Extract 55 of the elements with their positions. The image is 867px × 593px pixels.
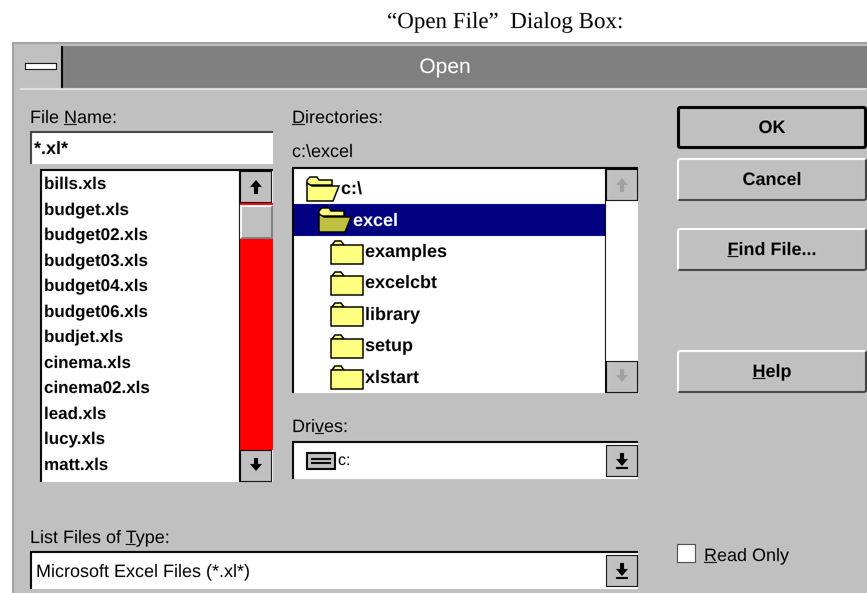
minus-icon — [24, 63, 56, 71]
folder-icon — [330, 300, 364, 328]
down-arrow-icon — [615, 453, 629, 469]
file-item[interactable]: budjet.xls — [44, 324, 239, 350]
field-label: File Name: — [30, 106, 118, 128]
directory-item[interactable]: setup — [294, 330, 605, 362]
up-arrow-icon — [615, 177, 629, 193]
file-item[interactable]: budget06.xls — [44, 298, 239, 324]
directory-item[interactable]: c:\ — [294, 173, 605, 204]
dialog-button[interactable]: Cancel — [677, 158, 867, 201]
window-title: Open — [419, 54, 471, 80]
file-item[interactable]: bills.xls — [44, 171, 239, 196]
directory-item[interactable]: xlstart — [294, 362, 605, 393]
field-label: Directories: — [292, 106, 384, 128]
open-folder-icon — [306, 174, 340, 203]
checkbox-label: Read Only — [704, 544, 790, 567]
file-item[interactable]: cinema.xls — [44, 350, 239, 375]
field-label: Drives: — [292, 415, 350, 437]
drive-dropdown[interactable]: c: — [292, 441, 638, 479]
file-item[interactable]: budget03.xls — [44, 248, 239, 273]
file-item[interactable]: matt.xls — [44, 452, 239, 477]
dropdown-button[interactable] — [606, 555, 638, 587]
scroll-up-button[interactable] — [606, 169, 638, 201]
drive-icon — [306, 452, 336, 470]
file-name-field[interactable]: *.xl* — [30, 131, 273, 164]
dialog-button[interactable]: OK — [677, 106, 867, 149]
system-menu-button[interactable] — [20, 46, 63, 88]
directory-item[interactable]: examples — [294, 236, 605, 268]
dialog-button[interactable]: Find File... — [677, 228, 867, 271]
dropdown-button[interactable] — [606, 445, 638, 477]
file-item[interactable]: budget04.xls — [44, 273, 239, 298]
field-label: List Files of Type: — [30, 526, 171, 548]
file-item[interactable]: lead.xls — [44, 400, 239, 426]
file-item[interactable]: budget02.xls — [44, 222, 239, 248]
folder-icon — [330, 238, 364, 266]
directory-item[interactable]: excel — [294, 204, 605, 236]
file-item[interactable]: budget.xls — [44, 196, 239, 222]
file-type-dropdown[interactable]: Microsoft Excel Files (*.xl*) — [30, 551, 638, 589]
file-item[interactable]: cinema02.xls — [44, 375, 239, 400]
open-folder-icon — [318, 206, 352, 234]
caption: “Open File” Dialog Box: — [387, 6, 624, 35]
folder-icon — [330, 268, 364, 297]
current-path: c:\excel — [292, 140, 354, 162]
directory-item[interactable]: excelcbt — [294, 267, 605, 299]
folder-icon — [330, 332, 364, 360]
down-arrow-icon — [615, 563, 629, 579]
scroll-thumb[interactable] — [240, 205, 273, 239]
file-item[interactable]: lucy.xls — [44, 426, 239, 452]
scroll-down-button[interactable] — [240, 450, 272, 482]
up-arrow-icon — [249, 179, 263, 195]
read-only-checkbox[interactable] — [677, 544, 696, 563]
dialog-button[interactable]: Help — [677, 350, 867, 393]
scroll-down-button[interactable] — [606, 361, 638, 393]
scroll-up-button[interactable] — [240, 171, 272, 203]
directory-item[interactable]: library — [294, 298, 605, 330]
